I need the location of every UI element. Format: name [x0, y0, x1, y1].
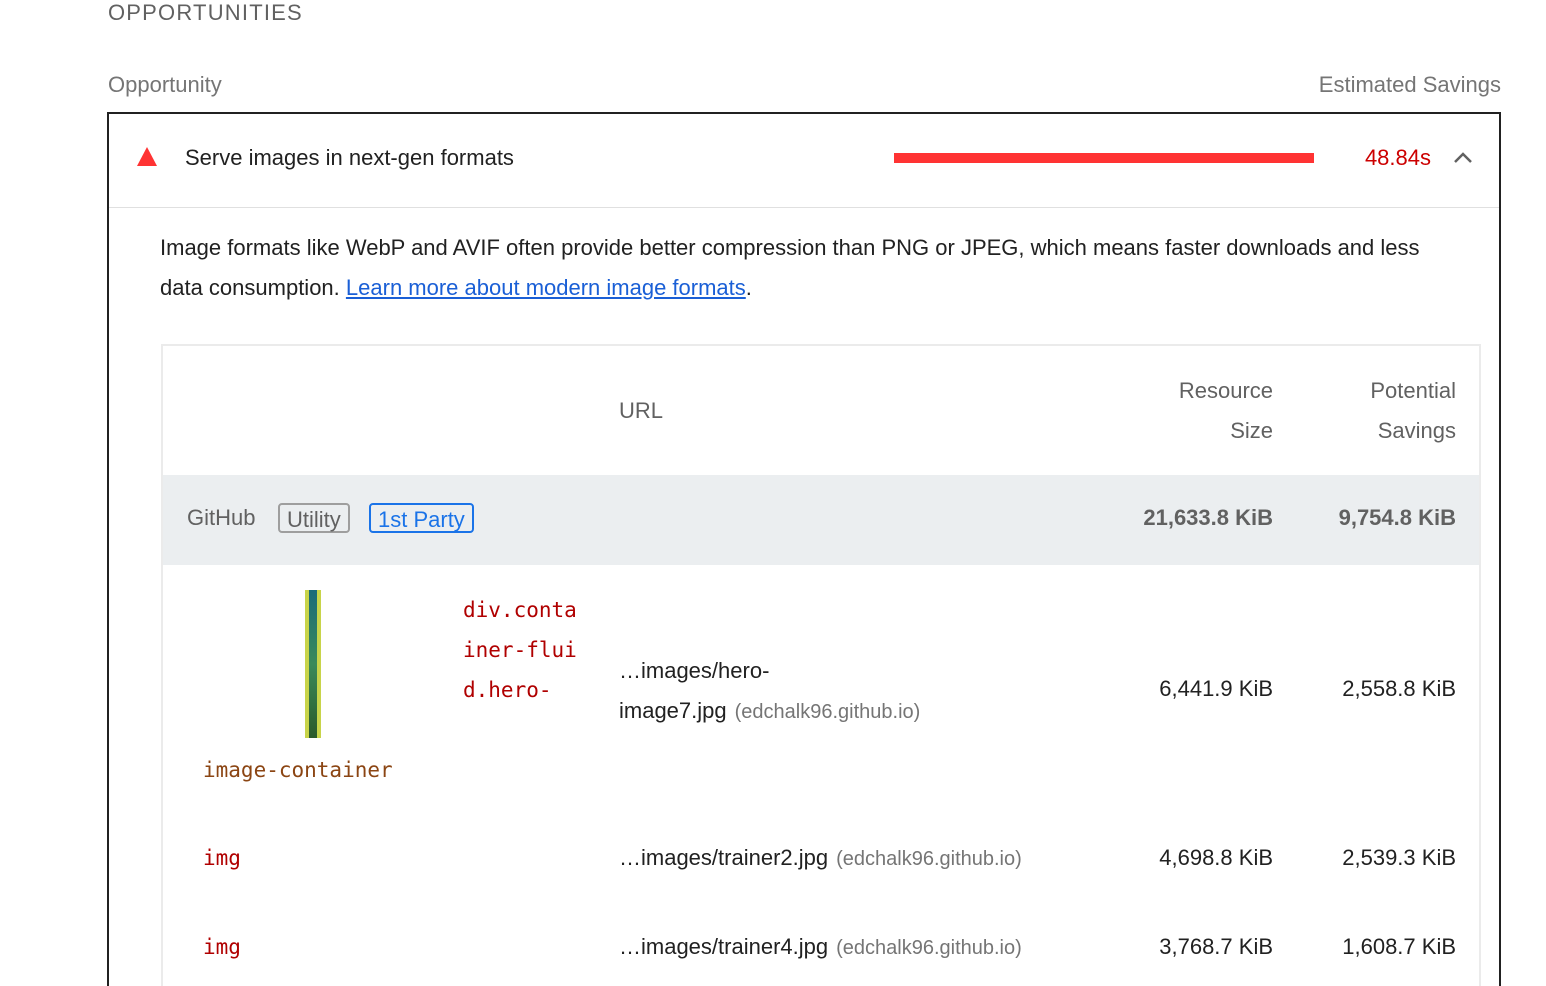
resource-host: (edchalk96.github.io): [734, 701, 921, 723]
potential-savings-header-line2: Savings: [1377, 418, 1456, 443]
utility-tag: Utility: [278, 503, 350, 533]
description-period: .: [745, 275, 752, 300]
resource-size: 3,768.7 KiB: [1159, 934, 1273, 959]
resource-size: 4,698.8 KiB: [1159, 845, 1273, 870]
resource-host: (edchalk96.github.io): [836, 848, 1022, 870]
resource-url-line2: image7.jpg: [619, 698, 727, 723]
lighthouse-report: OPPORTUNITIES Opportunity Estimated Savi…: [0, 0, 1546, 986]
resource-url-line2-wrap: image7.jpg (edchalk96.github.io): [619, 691, 920, 732]
node-selector[interactable]: div.container-fluid.hero-: [463, 590, 583, 710]
section-title: OPPORTUNITIES: [108, 0, 303, 25]
chevron-up-icon[interactable]: [1451, 148, 1475, 168]
resource-size-column-header: Resource Size: [1179, 371, 1273, 451]
savings-bar-fill: [894, 153, 1314, 163]
group-potential-savings: 9,754.8 KiB: [1338, 505, 1456, 530]
first-party-tag: 1st Party: [369, 503, 474, 533]
node-selector-text: div.container-fluid.hero-: [463, 598, 577, 702]
hero-image-thumbnail[interactable]: [305, 590, 321, 738]
potential-savings: 1,608.7 KiB: [1342, 934, 1456, 959]
audit-serve-next-gen-images: Serve images in next-gen formats 48.84s …: [107, 112, 1501, 986]
resource-size-header-line2: Size: [1230, 418, 1273, 443]
entity-group-row: GitHub Utility 1st Party 21,633.8 KiB 9,…: [163, 475, 1479, 565]
audit-title[interactable]: Serve images in next-gen formats: [185, 145, 514, 171]
potential-savings: 2,558.8 KiB: [1342, 676, 1456, 701]
resource-url[interactable]: …images/hero- image7.jpg (edchalk96.githu…: [619, 651, 920, 732]
potential-savings: 2,539.3 KiB: [1342, 845, 1456, 870]
savings-bar: [894, 153, 1314, 163]
resource-size-header-line1: Resource: [1178, 378, 1273, 403]
savings-value: 48.84s: [1364, 145, 1431, 170]
node-selector-tail[interactable]: image-container: [203, 750, 393, 790]
resource-url[interactable]: …images/trainer4.jpg (edchalk96.github.io…: [619, 927, 1022, 968]
opportunity-column-header: Opportunity: [108, 72, 222, 97]
resource-url-line1: …images/hero-: [619, 658, 770, 683]
warning-triangle-icon: [137, 147, 157, 166]
details-table: URL Resource Size Potential Savings GitH…: [161, 344, 1481, 986]
group-resource-size: 21,633.8 KiB: [1143, 505, 1273, 530]
resource-url[interactable]: …images/trainer2.jpg (edchalk96.github.io…: [619, 838, 1022, 879]
estimated-savings-column-header: Estimated Savings: [1318, 72, 1501, 97]
entity-name: GitHub: [187, 505, 256, 530]
potential-savings-header-line1: Potential: [1370, 378, 1456, 403]
learn-more-link[interactable]: Learn more about modern image formats: [346, 275, 746, 300]
node-img[interactable]: img: [203, 846, 241, 870]
resource-size: 6,441.9 KiB: [1159, 676, 1273, 701]
resource-url-path: …images/trainer2.jpg: [619, 845, 829, 870]
node-img[interactable]: img: [203, 935, 241, 959]
audit-description: Image formats like WebP and AVIF often p…: [160, 228, 1460, 308]
potential-savings-column-header: Potential Savings: [1370, 371, 1456, 451]
url-column-header: URL: [619, 398, 664, 423]
audit-header[interactable]: Serve images in next-gen formats 48.84s: [109, 114, 1499, 208]
resource-host: (edchalk96.github.io): [836, 937, 1022, 959]
resource-url-path: …images/trainer4.jpg: [619, 934, 829, 959]
